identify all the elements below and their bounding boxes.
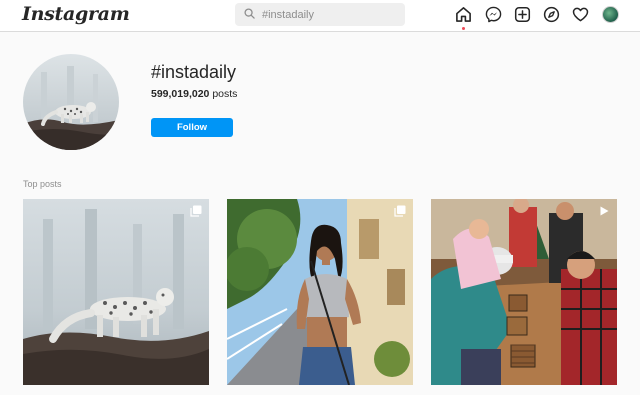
instagram-logo[interactable]: Instagram	[22, 3, 130, 25]
post-image	[431, 199, 617, 385]
posts-count-value: 599,019,020	[151, 88, 210, 100]
profile-avatar[interactable]	[602, 6, 619, 23]
hashtag-title: #instadaily	[151, 62, 237, 82]
top-post-3[interactable]	[431, 199, 617, 385]
follow-button[interactable]: Follow	[151, 118, 233, 137]
multiple-photos-icon	[394, 205, 406, 217]
search-box[interactable]	[235, 3, 405, 26]
posts-count: 599,019,020 posts	[151, 88, 237, 100]
activity-button[interactable]	[572, 6, 590, 24]
activity-heart-icon	[572, 7, 589, 22]
top-post-2[interactable]	[227, 199, 413, 385]
home-icon	[456, 7, 471, 22]
messenger-icon	[485, 6, 502, 23]
post-image	[227, 199, 413, 385]
active-indicator-dot	[462, 27, 465, 30]
new-post-icon	[514, 6, 531, 23]
top-navigation-bar: Instagram	[0, 0, 640, 32]
video-icon	[600, 206, 609, 216]
multiple-photos-icon	[190, 205, 202, 217]
explore-icon	[543, 6, 560, 23]
search-icon	[244, 8, 255, 19]
home-button[interactable]	[455, 6, 473, 30]
messenger-button[interactable]	[485, 6, 503, 24]
top-posts-label: Top posts	[23, 179, 62, 189]
search-input[interactable]	[262, 6, 397, 23]
post-image	[23, 199, 209, 385]
hashtag-profile-image	[23, 54, 119, 150]
posts-count-suffix: posts	[209, 88, 238, 100]
new-post-button[interactable]	[514, 6, 532, 24]
explore-button[interactable]	[543, 6, 561, 24]
top-post-1[interactable]	[23, 199, 209, 385]
